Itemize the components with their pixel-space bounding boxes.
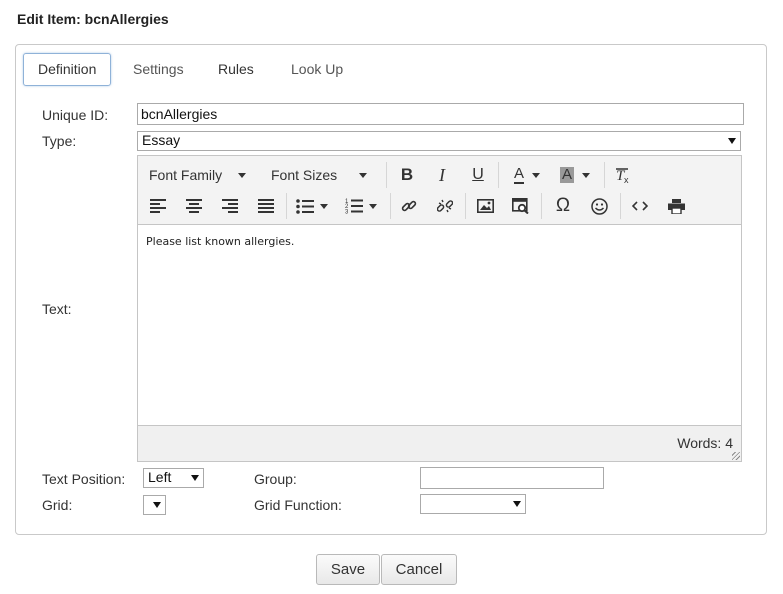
align-left-icon[interactable] — [145, 193, 171, 219]
chevron-down-icon — [359, 172, 368, 178]
unique-id-input[interactable]: bcnAllergies — [137, 103, 744, 125]
link-icon[interactable] — [396, 193, 422, 219]
toolbar-separator — [286, 193, 287, 219]
type-select-value: Essay — [142, 132, 181, 148]
word-count: Words: 4 — [677, 435, 733, 451]
smiley-icon[interactable] — [586, 193, 612, 219]
text-position-value: Left — [148, 469, 172, 485]
text-color-label: A — [513, 165, 524, 184]
numbered-list-icon[interactable]: 123 — [341, 193, 381, 219]
omega-icon[interactable]: Ω — [550, 193, 576, 219]
font-family-label: Font Family — [149, 167, 223, 183]
align-center-icon[interactable] — [181, 193, 207, 219]
image-icon[interactable] — [472, 193, 498, 219]
definition-panel: Definition Settings Rules Look Up Unique… — [15, 44, 767, 535]
text-position-select[interactable]: Left — [143, 468, 204, 488]
grid-select[interactable] — [143, 495, 166, 515]
cancel-button[interactable]: Cancel — [381, 554, 457, 585]
underline-button[interactable]: U — [465, 162, 491, 188]
svg-text:3: 3 — [345, 210, 349, 215]
type-label: Type: — [42, 133, 77, 149]
italic-button[interactable]: I — [429, 162, 455, 188]
unique-id-label: Unique ID: — [42, 107, 109, 123]
toolbar-separator — [390, 193, 391, 219]
grid-label: Grid: — [42, 497, 73, 513]
font-sizes-label: Font Sizes — [271, 167, 338, 183]
save-button[interactable]: Save — [316, 554, 380, 585]
chevron-down-icon — [582, 172, 590, 178]
chevron-down-icon — [153, 502, 161, 508]
background-color-button[interactable]: A — [553, 162, 597, 188]
grid-function-select[interactable] — [420, 494, 526, 514]
group-label: Group: — [254, 471, 297, 487]
chevron-down-icon — [532, 172, 540, 178]
text-label: Text: — [42, 301, 72, 317]
chevron-down-icon — [191, 475, 199, 481]
chevron-down-icon — [320, 203, 328, 209]
tab-settings[interactable]: Settings — [118, 53, 199, 86]
chevron-down-icon — [369, 203, 377, 209]
toolbar-separator — [604, 162, 605, 188]
font-sizes-dropdown[interactable]: Font Sizes — [267, 162, 377, 188]
align-justify-icon[interactable] — [253, 193, 279, 219]
toolbar-separator — [541, 193, 542, 219]
editor-toolbar: Font Family Font Sizes B I U A A Tx 1 2 … — [138, 156, 741, 225]
font-family-dropdown[interactable]: Font Family — [145, 162, 261, 188]
text-position-label: Text Position: — [42, 471, 126, 487]
chevron-down-icon — [728, 138, 736, 144]
toolbar-separator — [465, 193, 466, 219]
code-icon[interactable] — [627, 193, 653, 219]
bullet-list-icon[interactable] — [292, 193, 332, 219]
rich-text-editor: Font Family Font Sizes B I U A A Tx 1 2 … — [137, 155, 742, 462]
grid-function-label: Grid Function: — [254, 497, 342, 513]
toolbar-separator — [386, 162, 387, 188]
type-select[interactable]: Essay — [137, 131, 741, 151]
group-input[interactable] — [420, 467, 604, 489]
clear-format-icon[interactable]: Tx — [610, 162, 636, 188]
toolbar-separator — [620, 193, 621, 219]
toolbar-separator — [498, 162, 499, 188]
unlink-icon[interactable] — [432, 193, 458, 219]
tab-rules[interactable]: Rules — [203, 53, 269, 86]
media-icon[interactable] — [508, 193, 534, 219]
svg-text:x: x — [624, 175, 629, 184]
background-color-label: A — [559, 166, 574, 183]
tab-look-up[interactable]: Look Up — [276, 53, 358, 86]
bold-button[interactable]: B — [394, 162, 420, 188]
editor-content[interactable]: Please list known allergies. — [138, 225, 741, 426]
chevron-down-icon — [513, 501, 521, 507]
text-color-button[interactable]: A — [505, 162, 549, 188]
dialog-title: Edit Item: bcnAllergies — [17, 11, 169, 27]
resize-handle-icon[interactable] — [732, 452, 740, 460]
align-right-icon[interactable] — [217, 193, 243, 219]
editor-statusbar: Words: 4 — [138, 425, 741, 461]
tab-definition[interactable]: Definition — [23, 53, 112, 86]
chevron-down-icon — [238, 172, 247, 178]
print-icon[interactable] — [663, 193, 689, 219]
